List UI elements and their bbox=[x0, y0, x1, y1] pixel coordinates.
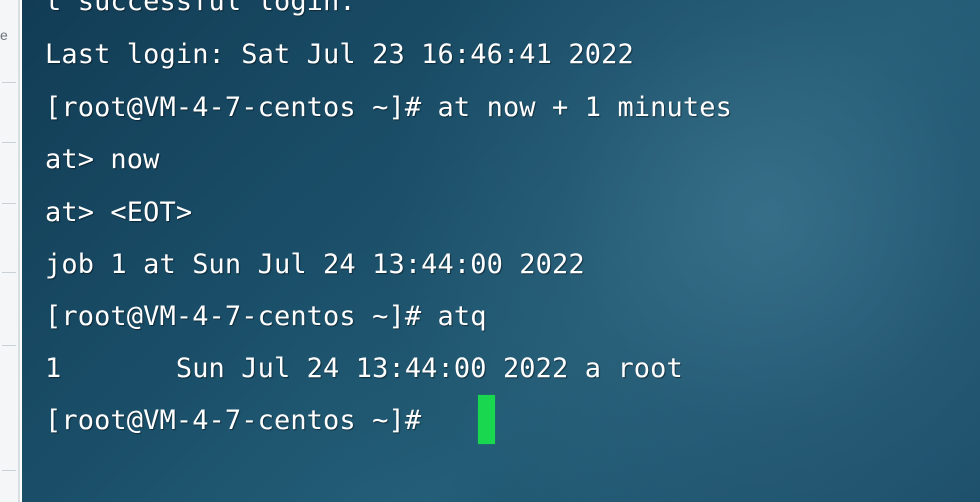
divider bbox=[2, 272, 16, 273]
cursor bbox=[478, 395, 495, 444]
divider bbox=[2, 203, 16, 204]
cut-off-label: e bbox=[0, 27, 8, 43]
divider bbox=[2, 142, 16, 143]
terminal-prompt: [root@VM-4-7-centos ~]# bbox=[45, 405, 438, 436]
terminal-line: at> now bbox=[45, 144, 160, 175]
terminal-window[interactable]: t successful login. Last login: Sat Jul … bbox=[22, 0, 980, 502]
terminal-line: [root@VM-4-7-centos ~]# atq bbox=[45, 301, 487, 332]
divider bbox=[2, 82, 16, 83]
terminal-line: 1 Sun Jul 24 13:44:00 2022 a root bbox=[45, 353, 683, 384]
terminal-line: t successful login. bbox=[45, 0, 356, 17]
divider bbox=[2, 345, 16, 346]
left-window-strip: e bbox=[0, 0, 20, 502]
terminal-line: Last login: Sat Jul 23 16:46:41 2022 bbox=[45, 39, 634, 70]
terminal-line: [root@VM-4-7-centos ~]# at now + 1 minut… bbox=[45, 92, 732, 123]
terminal-line: job 1 at Sun Jul 24 13:44:00 2022 bbox=[45, 249, 585, 280]
terminal-line: at> <EOT> bbox=[45, 197, 193, 228]
divider bbox=[2, 470, 16, 471]
